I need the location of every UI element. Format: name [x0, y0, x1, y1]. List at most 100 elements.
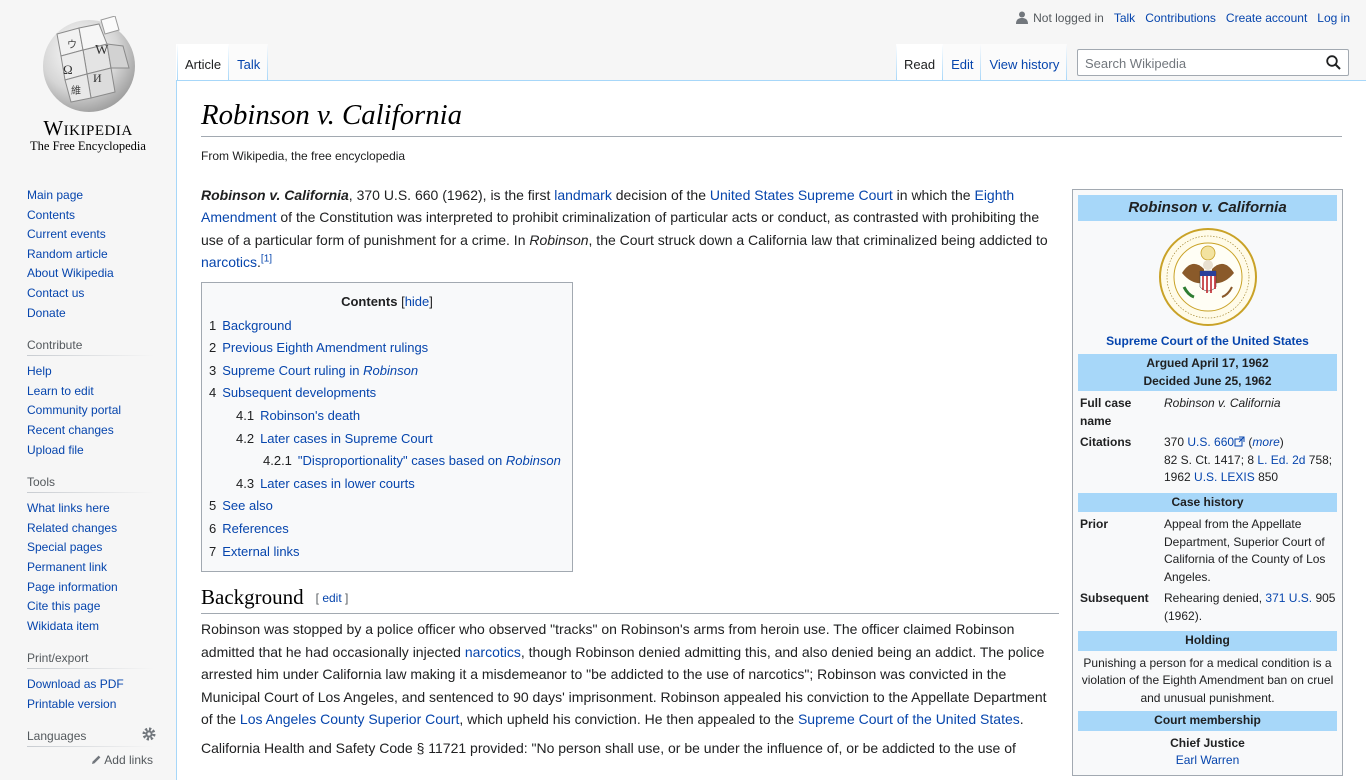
wikipedia-logo[interactable]: W Ω И ウ 維 Wikipedia The Free Encyclopedi…: [0, 0, 176, 160]
wordmark: Wikipedia: [43, 116, 133, 140]
table-row: Subsequent Rehearing denied, 371 U.S. 90…: [1078, 590, 1337, 629]
toc-item[interactable]: 4.2.1 "Disproportionality" cases based on…: [209, 450, 565, 473]
create-account-link[interactable]: Create account: [1226, 11, 1307, 25]
tab-article[interactable]: Article: [176, 44, 229, 80]
talk-link[interactable]: Talk: [1114, 11, 1135, 25]
subsequent-text: Rehearing denied,: [1164, 591, 1266, 605]
toc-item[interactable]: 4.1 Robinson's death: [209, 405, 565, 428]
paragraph-text: , which upheld his conviction. He then a…: [459, 711, 798, 728]
add-links[interactable]: Add links: [27, 753, 153, 767]
prior-value: Appeal from the Appellate Department, Su…: [1164, 517, 1326, 584]
toc-label: External links: [222, 543, 300, 559]
add-links-label: Add links: [104, 753, 153, 768]
sidebar-item-upload-file[interactable]: Upload file: [27, 443, 84, 457]
sidebar-item-current-events[interactable]: Current events: [27, 227, 106, 241]
sidebar-item-printable-version[interactable]: Printable version: [27, 697, 116, 711]
sidebar-item-page-information[interactable]: Page information: [27, 580, 118, 594]
tab-view-history[interactable]: View history: [981, 44, 1068, 80]
us-supreme-court-link[interactable]: United States Supreme Court: [710, 187, 893, 203]
supreme-court-link[interactable]: Supreme Court of the United States: [798, 711, 1020, 727]
toc-item[interactable]: 1 Background: [209, 315, 565, 338]
toc-number: 2: [209, 340, 217, 356]
tab-talk[interactable]: Talk: [229, 44, 269, 80]
toc-item[interactable]: 4 Subsequent developments: [209, 382, 565, 405]
narcotics-link[interactable]: narcotics: [465, 644, 521, 660]
tagline: The Free Encyclopedia: [30, 139, 146, 153]
toc-hide-toggle[interactable]: hide: [405, 294, 430, 309]
case-history-band: Case history: [1078, 492, 1337, 512]
toc-item[interactable]: 6 References: [209, 518, 565, 541]
paragraph-text: .: [1019, 711, 1024, 728]
lead-text: in which the: [892, 187, 975, 203]
toc-number: 4.2: [236, 430, 255, 446]
supreme-court-seal[interactable]: [1078, 225, 1337, 331]
landmark-link[interactable]: landmark: [554, 187, 612, 203]
gear-icon[interactable]: [141, 726, 157, 742]
sidebar-item-cite-this-page[interactable]: Cite this page: [27, 599, 100, 613]
toc-title: Contents [hide]: [209, 292, 565, 312]
sidebar-item-contents[interactable]: Contents: [27, 208, 75, 222]
toc-label: See also: [222, 498, 273, 514]
lead-text: decision of the: [611, 187, 710, 203]
sidebar-item-help[interactable]: Help: [27, 364, 52, 378]
sidebar-item-donate[interactable]: Donate: [27, 306, 66, 320]
toc-item[interactable]: 4.3 Later cases in lower courts: [209, 473, 565, 496]
sidebar-item-what-links-here[interactable]: What links here: [27, 501, 110, 515]
tools-heading: Tools: [27, 475, 153, 494]
toc-item[interactable]: 3 Supreme Court ruling in Robinson: [209, 360, 565, 383]
sidebar-item-main-page[interactable]: Main page: [27, 188, 83, 202]
contributions-link[interactable]: Contributions: [1145, 11, 1216, 25]
sidebar-item-wikidata-item[interactable]: Wikidata item: [27, 619, 99, 633]
sidebar-item-community-portal[interactable]: Community portal: [27, 403, 121, 417]
namespace-tabs: Article Talk: [176, 44, 269, 80]
infobox-title: Robinson v. California: [1078, 195, 1337, 221]
more-link[interactable]: more: [1252, 435, 1279, 449]
sidebar-item-contact-us[interactable]: Contact us: [27, 286, 84, 300]
sidebar-item-download-pdf[interactable]: Download as PDF: [27, 677, 124, 691]
log-in-link[interactable]: Log in: [1317, 11, 1350, 25]
court-link[interactable]: Supreme Court of the United States: [1078, 333, 1337, 351]
us-lexis-link[interactable]: U.S. LEXIS: [1194, 470, 1255, 484]
sidebar-item-related-changes[interactable]: Related changes: [27, 521, 117, 535]
sidebar-item-about-wikipedia[interactable]: About Wikipedia: [27, 266, 114, 280]
toc-hide-wrap: [hide]: [401, 293, 433, 309]
content-area: Robinson v. California From Wikipedia, t…: [176, 80, 1366, 780]
sidebar-item-recent-changes[interactable]: Recent changes: [27, 423, 114, 437]
sidebar-item-random-article[interactable]: Random article: [27, 247, 108, 261]
tab-read[interactable]: Read: [896, 44, 943, 80]
narcotics-link[interactable]: narcotics: [201, 254, 257, 270]
toc-item[interactable]: 4.2 Later cases in Supreme Court: [209, 428, 565, 451]
page-title: Robinson v. California: [201, 97, 1342, 138]
reference-1[interactable]: [1]: [261, 254, 272, 265]
toc-label: "Disproportionality" cases based on: [297, 453, 506, 469]
toc-label: Later cases in lower courts: [260, 475, 415, 491]
sidebar-item-learn-to-edit[interactable]: Learn to edit: [27, 384, 94, 398]
toc-label-italic: Robinson: [363, 362, 419, 378]
table-row: Prior Appeal from the Appellate Departme…: [1078, 516, 1337, 590]
case-details-table: Full case name Robinson v. California Ci…: [1078, 395, 1337, 491]
toc-item[interactable]: 7 External links: [209, 541, 565, 564]
toc-number: 7: [209, 543, 217, 559]
svg-text:維: 維: [71, 84, 81, 97]
toc-label: Previous Eighth Amendment rulings: [222, 340, 429, 356]
lead-text: , 370 U.S. 660 (1962), is the first: [348, 187, 555, 203]
toc-list: 1 Background 2 Previous Eighth Amendment r…: [209, 315, 565, 564]
not-logged-in-label: Not logged in: [1033, 11, 1104, 25]
toc-item[interactable]: 2 Previous Eighth Amendment rulings: [209, 337, 565, 360]
sidebar-item-permanent-link[interactable]: Permanent link: [27, 560, 107, 574]
lead-subject: Robinson v. California: [201, 187, 349, 203]
us-660-link[interactable]: U.S. 660: [1187, 435, 1234, 449]
la-superior-court-link[interactable]: Los Angeles County Superior Court: [240, 711, 459, 727]
navigation-list: Main page Contents Current events Random…: [27, 186, 153, 323]
tab-edit[interactable]: Edit: [943, 44, 982, 80]
edit-section-link[interactable]: edit: [322, 591, 341, 605]
print-heading: Print/export: [27, 651, 153, 670]
sidebar-item-special-pages[interactable]: Special pages: [27, 540, 102, 554]
search-input[interactable]: [1083, 50, 1317, 76]
search-icon[interactable]: [1326, 55, 1341, 70]
earl-warren-link[interactable]: Earl Warren: [1176, 753, 1240, 767]
toc-item[interactable]: 5 See also: [209, 495, 565, 518]
l-ed-2d-link[interactable]: L. Ed. 2d: [1257, 453, 1305, 467]
us-371-link[interactable]: 371 U.S.: [1265, 591, 1312, 605]
subsequent-value: Rehearing denied, 371 U.S. 905 (1962).: [1164, 590, 1337, 629]
